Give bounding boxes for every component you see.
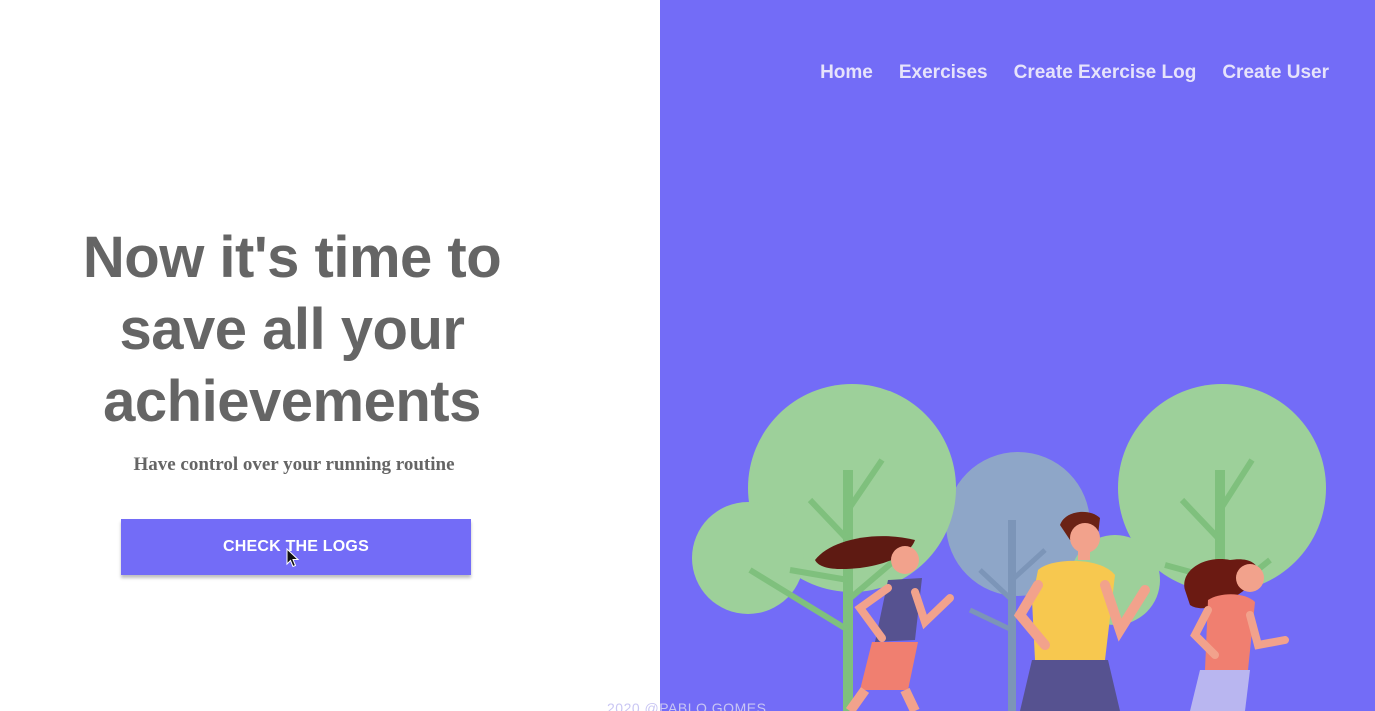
footer-copyright: 2020 @PABLO GOMES	[607, 700, 767, 711]
top-nav: Home Exercises Create Exercise Log Creat…	[820, 62, 1329, 84]
hero-panel: Now it's time to save all your achieveme…	[0, 0, 660, 711]
illustration-panel: Home Exercises Create Exercise Log Creat…	[660, 0, 1375, 711]
nav-item-home[interactable]: Home	[820, 62, 873, 84]
nav-item-exercises[interactable]: Exercises	[899, 62, 988, 84]
hero-title: Now it's time to save all your achieveme…	[82, 225, 502, 434]
runners-in-park-illustration	[692, 384, 1326, 711]
hero-subtitle: Have control over your running routine	[133, 454, 455, 475]
nav-item-create-exercise-log[interactable]: Create Exercise Log	[1014, 62, 1197, 84]
nav-item-create-user[interactable]: Create User	[1222, 62, 1329, 84]
runner-woman-right	[1184, 559, 1289, 711]
mouse-pointer-icon	[286, 548, 300, 568]
tree-green-left	[692, 384, 956, 711]
